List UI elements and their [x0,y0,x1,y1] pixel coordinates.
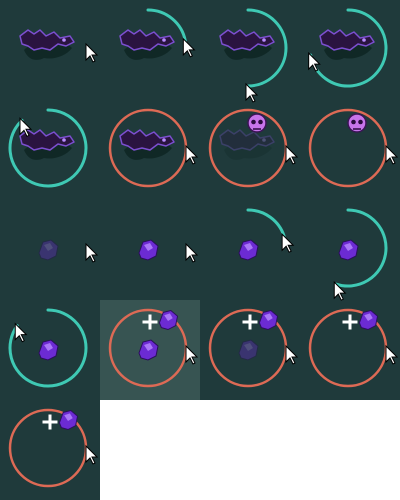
frame-cell-15[interactable] [200,300,300,400]
frame-canvas [8,108,88,188]
creature-eye [162,38,166,42]
skull-eye-right [358,119,363,125]
frame-cell-6[interactable] [100,100,200,200]
frame-canvas [19,29,99,63]
frame-canvas [119,8,196,60]
creature-eye [62,138,66,142]
shadow-creature-sprite [119,29,175,60]
frame-cell-13[interactable] [0,300,100,400]
creature-eye [362,38,366,42]
soul-gem-sprite [338,239,359,261]
frame-canvas [238,208,295,261]
shadow-creature-sprite [219,129,275,160]
cursor-icon [285,144,299,165]
shadow-creature-sprite [119,129,175,160]
frame-canvas [38,239,99,263]
soul-gem-sprite [38,239,59,261]
cursor-icon [281,233,295,253]
progress-ring [246,208,286,238]
skull-eye-left [351,119,356,125]
soul-gem-sprite [238,239,259,261]
sprite-sheet [0,0,400,500]
frame-canvas [108,108,199,188]
skull-icon [347,113,367,133]
frame-canvas [8,308,88,388]
frame-cell-9[interactable] [0,200,100,300]
creature-eye [262,38,266,42]
cursor-icon [85,242,99,263]
cursor-icon [308,51,321,72]
plus-icon [242,314,258,330]
plus-icon [342,314,358,330]
soul-gem-sprite [138,339,159,361]
skull-eye-left [251,119,256,125]
soul-gem-sprite [38,339,59,361]
frame-canvas [208,308,299,388]
frame-canvas [219,8,288,103]
plus-icon [42,414,58,430]
cursor-icon [185,344,199,365]
cursor-icon [85,42,99,63]
cursor-icon [385,144,399,165]
soul-gem-sprite [238,339,259,361]
frame-cell-11[interactable] [200,200,300,300]
cursor-icon [185,242,199,263]
frame-cell-3[interactable] [200,0,300,103]
frame-cell-8[interactable] [300,100,400,200]
cursor-icon [85,444,99,465]
frame-canvas [308,8,388,88]
shadow-creature-sprite [219,29,275,60]
frame-cell-5[interactable] [0,100,100,200]
frame-cell-7[interactable] [200,100,300,200]
cursor-icon [285,344,299,365]
skull-eye-right [258,119,263,125]
shadow-creature-sprite [319,29,375,60]
soul-gem-sprite [138,239,159,261]
creature-eye [62,38,66,42]
cursor-icon [185,144,199,165]
frame-canvas [308,108,399,188]
plus-icon [142,314,158,330]
frame-canvas [108,308,199,388]
frame-canvas [333,208,388,301]
frame-canvas [138,239,199,263]
creature-eye [162,138,166,142]
frame-cell-2[interactable] [100,0,200,100]
frame-canvas [208,108,299,188]
frame-cell-17[interactable] [0,400,100,500]
frame-cell-10[interactable] [100,200,200,300]
cursor-icon [182,37,196,58]
frame-cell-14[interactable] [100,300,200,400]
frame-cell-12[interactable] [300,200,400,301]
creature-eye [262,138,266,142]
frame-cell-4[interactable] [300,0,400,100]
frame-cell-16[interactable] [300,300,400,400]
skull-icon [247,113,267,133]
frame-cell-1[interactable] [0,0,100,100]
cursor-icon [14,322,28,343]
cursor-icon [385,344,399,365]
frame-canvas [308,308,399,388]
shadow-creature-sprite [19,29,75,60]
frame-canvas [8,408,99,488]
